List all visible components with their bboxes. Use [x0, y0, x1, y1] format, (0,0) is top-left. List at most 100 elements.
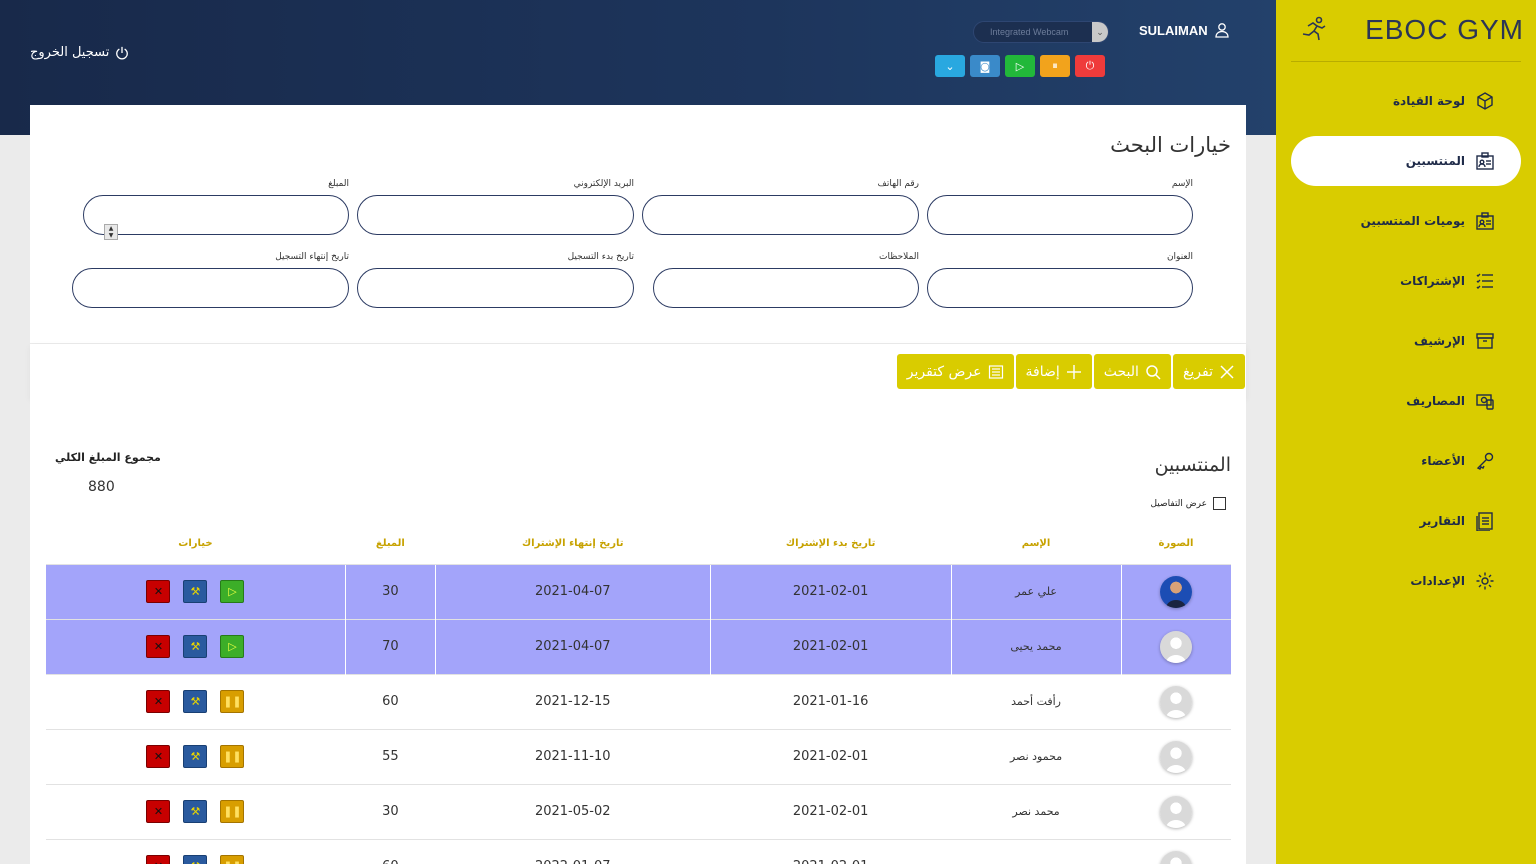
name-input[interactable] — [927, 195, 1193, 235]
camera-power-button[interactable]: ⏻ — [1075, 55, 1105, 77]
sidebar-item-8[interactable]: الإعدادات — [1291, 556, 1521, 606]
end-date-label: تاريخ إنتهاء التسجيل — [275, 252, 349, 262]
status-toggle-button[interactable]: ▷ — [220, 635, 245, 658]
start-date-input[interactable] — [357, 268, 634, 308]
column-amount: المبلغ — [375, 538, 405, 550]
sidebar-item-6[interactable]: الأعضاء — [1291, 436, 1521, 486]
column-photo: الصورة — [1158, 538, 1194, 550]
status-toggle-button[interactable]: ❚❚ — [220, 800, 245, 823]
table-row[interactable]: ✕ ⚒ ❚❚ 30 2021-05-02 2021-02-01 محمد نصر — [45, 783, 1231, 839]
tools-icon: ⚒ — [190, 695, 201, 708]
power-icon — [116, 46, 129, 59]
avatar[interactable] — [1160, 630, 1193, 663]
subscription-button[interactable]: ⚒ — [183, 745, 208, 768]
report-label: عرض كتقرير — [906, 363, 982, 380]
avatar[interactable] — [1160, 850, 1192, 864]
avatar[interactable] — [1160, 575, 1193, 608]
logout-button[interactable]: تسجيل الخروج — [30, 45, 129, 60]
table-row[interactable]: ✕ ⚒ ❚❚ 602022-01-072021-02-01 — [45, 838, 1231, 864]
column-options: خيارات — [178, 538, 213, 550]
show-details-checkbox[interactable] — [1213, 497, 1226, 510]
search-label: البحث — [1103, 363, 1139, 380]
sidebar-item-4[interactable]: الإرشيف — [1291, 316, 1521, 366]
sidebar-item-7[interactable]: التقارير — [1291, 496, 1521, 546]
close-icon: ✕ — [153, 695, 164, 708]
number-spinner[interactable]: ▲ ▼ — [104, 224, 118, 240]
column-start-date: تاريخ بدء الإشتراك — [785, 538, 876, 550]
start-date-cell: 2021-01-16 — [710, 673, 952, 729]
chevron-down-icon: ⌄ — [1092, 22, 1108, 42]
clear-button[interactable]: تفريغ — [1172, 354, 1245, 389]
address-input[interactable] — [927, 268, 1193, 308]
column-name: الإسم — [1021, 538, 1051, 550]
status-toggle-button[interactable]: ❚❚ — [220, 690, 245, 713]
start-date-label: تاريخ بدء التسجيل — [567, 252, 634, 262]
start-date-cell: 2021-02-01 — [710, 783, 952, 839]
status-toggle-button[interactable]: ❚❚ — [220, 855, 245, 864]
subscription-button[interactable]: ⚒ — [183, 580, 208, 603]
table-header-row: خيارات المبلغ تاريخ إنتهاء الإشتراك تاري… — [46, 524, 1232, 564]
end-date-field: تاريخ إنتهاء التسجيل — [72, 252, 349, 308]
sidebar-item-3[interactable]: الإشتراكات — [1291, 256, 1521, 306]
avatar[interactable] — [1160, 740, 1192, 773]
pause-icon: ❚❚ — [223, 750, 242, 763]
id-card-icon — [1476, 212, 1494, 230]
show-details-toggle[interactable]: عرض التفاصيل — [1150, 497, 1226, 510]
subscription-button[interactable]: ⚒ — [183, 635, 208, 658]
end-date-input[interactable] — [72, 268, 349, 308]
sidebar-item-2[interactable]: يوميات المنتسبين — [1291, 196, 1521, 246]
avatar[interactable] — [1160, 685, 1192, 718]
delete-button[interactable]: ✕ — [146, 635, 171, 658]
name-cell: علي عمر — [950, 563, 1121, 619]
status-toggle-button[interactable]: ▷ — [220, 580, 245, 603]
camera-capture-button[interactable]: ◙ — [970, 55, 1000, 77]
logout-label: تسجيل الخروج — [30, 45, 110, 60]
delete-button[interactable]: ✕ — [146, 800, 171, 823]
total-amount-label: مجموع المبلغ الكلي — [55, 451, 161, 464]
sidebar-item-5[interactable]: المصاريف — [1291, 376, 1521, 426]
status-toggle-button[interactable]: ❚❚ — [220, 745, 245, 768]
camera-controls: ⌄ ◙ ▷ ⏸ ⏻ — [935, 55, 1105, 77]
camera-pause-button[interactable]: ⏸ — [1040, 55, 1070, 77]
options-cell: ✕ ⚒ ❚❚ — [45, 673, 346, 729]
phone-label: رقم الهاتف — [877, 179, 919, 189]
search-title: خيارات البحث — [1110, 133, 1231, 157]
notes-input[interactable] — [653, 268, 919, 308]
sidebar-item-0[interactable]: لوحة القيادة — [1291, 76, 1521, 126]
camera-select[interactable]: Integrated Webcam ⌄ — [973, 21, 1109, 43]
amount-cell: 60 — [345, 838, 436, 864]
avatar[interactable] — [1160, 795, 1192, 828]
sidebar-nav: لوحة القيادة المنتسبين يوميات المنتسبين الإ… — [1291, 76, 1521, 616]
sidebar-item-1[interactable]: المنتسبين — [1291, 136, 1521, 186]
add-button[interactable]: إضافة — [1015, 354, 1092, 389]
delete-button[interactable]: ✕ — [146, 580, 171, 603]
key-icon — [1476, 452, 1494, 470]
pause-icon: ❚❚ — [223, 860, 241, 864]
subscription-button[interactable]: ⚒ — [183, 800, 208, 823]
address-label: العنوان — [1166, 252, 1193, 262]
table-row[interactable]: ✕ ⚒ ❚❚ 60 2021-12-15 2021-01-16 رأفت أحمد — [45, 673, 1231, 729]
search-button[interactable]: البحث — [1093, 354, 1171, 389]
amount-cell: 55 — [345, 728, 436, 784]
report-button[interactable]: عرض كتقرير — [896, 354, 1014, 389]
delete-button[interactable]: ✕ — [146, 855, 171, 864]
report-icon — [1476, 512, 1493, 531]
notes-label: الملاحظات — [879, 252, 919, 262]
camera-play-button[interactable]: ▷ — [1005, 55, 1035, 77]
email-input[interactable] — [357, 195, 634, 235]
start-date-cell: 2021-02-01 — [709, 563, 952, 619]
table-row[interactable]: ✕ ⚒ ▷ 30 2021-04-07 2021-02-01 علي عمر — [45, 563, 1231, 619]
end-date-cell: 2021-04-07 — [434, 563, 711, 619]
user-menu[interactable]: SULAIMAN — [1139, 22, 1230, 38]
subscription-button[interactable]: ⚒ — [183, 690, 208, 713]
delete-button[interactable]: ✕ — [146, 690, 171, 713]
subscription-button[interactable]: ⚒ — [183, 855, 208, 864]
name-cell: رأفت أحمد — [951, 673, 1121, 729]
table-row[interactable]: ✕ ⚒ ▷ 70 2021-04-07 2021-02-01 محمد يحيى — [45, 618, 1231, 674]
amount-input[interactable]: ▲ ▼ — [83, 195, 349, 240]
camera-dropdown-button[interactable]: ⌄ — [935, 55, 965, 77]
delete-button[interactable]: ✕ — [146, 745, 171, 768]
photo-cell — [1121, 728, 1231, 784]
table-row[interactable]: ✕ ⚒ ❚❚ 55 2021-11-10 2021-02-01 محمود نصر — [45, 728, 1231, 784]
phone-input[interactable] — [642, 195, 919, 235]
